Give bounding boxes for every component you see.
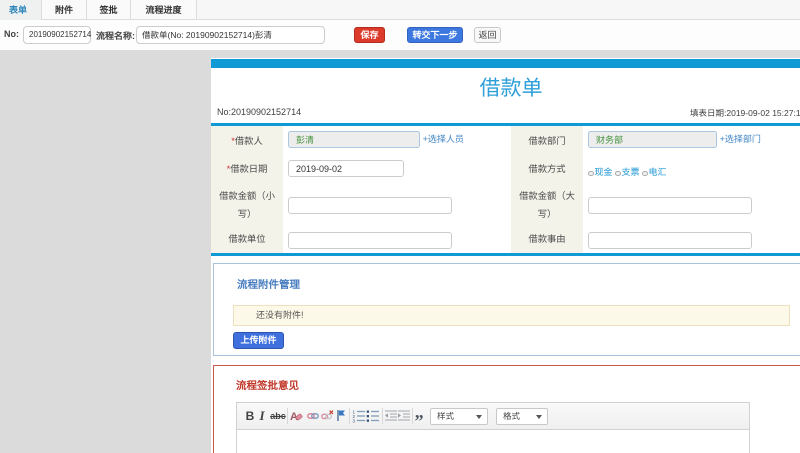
svg-text:3: 3 — [353, 418, 356, 423]
